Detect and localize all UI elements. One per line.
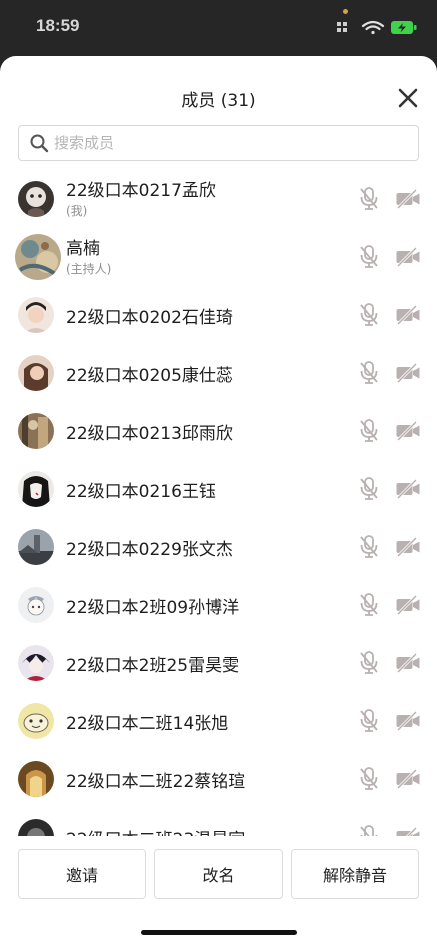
home-indicator[interactable] — [141, 930, 297, 935]
member-row[interactable]: 22级口本二班23温昊宇 — [0, 808, 437, 836]
member-name: 22级口本0202石佳琦 — [66, 308, 233, 328]
member-name: 22级口本0205康仕蕊 — [66, 366, 233, 386]
member-name: 22级口本0213邱雨欣 — [66, 424, 233, 444]
camera-off-icon[interactable] — [395, 652, 421, 674]
member-name: 22级口本二班22蔡铭瑄 — [66, 772, 246, 792]
member-row[interactable]: 22级口本2班25雷昊雯 — [0, 634, 437, 692]
member-row[interactable]: 22级口本0216王钰 — [0, 460, 437, 518]
members-sheet: 成员 (31) 22级口本0217孟欣 (我) — [0, 56, 437, 946]
mic-muted-icon[interactable] — [358, 534, 380, 560]
member-row[interactable]: 22级口本0217孟欣 (我) — [0, 170, 437, 228]
avatar — [18, 413, 54, 449]
camera-off-icon[interactable] — [395, 710, 421, 732]
wifi-icon — [361, 20, 385, 35]
unmute-all-button[interactable]: 解除静音 — [291, 849, 419, 899]
signal-icon — [337, 22, 347, 32]
camera-off-icon[interactable] — [395, 188, 421, 210]
member-name: 22级口本2班25雷昊雯 — [66, 656, 240, 676]
close-icon — [398, 88, 418, 108]
member-name: 22级口本二班23温昊宇 — [66, 825, 245, 836]
mic-muted-icon[interactable] — [358, 244, 380, 270]
member-row[interactable]: 22级口本2班09孙博洋 — [0, 576, 437, 634]
sheet-title: 成员 (31) — [181, 91, 256, 111]
member-role: (我) — [66, 204, 88, 218]
member-name: 22级口本2班09孙博洋 — [66, 598, 240, 618]
mic-muted-icon[interactable] — [358, 418, 380, 444]
search-input[interactable] — [54, 134, 394, 152]
member-name: 高楠 — [66, 239, 100, 259]
recording-dot-icon — [343, 9, 348, 14]
mic-muted-icon[interactable] — [358, 766, 380, 792]
avatar — [18, 297, 54, 333]
avatar — [18, 471, 54, 507]
camera-off-icon[interactable] — [395, 362, 421, 384]
mic-muted-icon[interactable] — [358, 476, 380, 502]
rename-button[interactable]: 改名 — [154, 849, 283, 899]
mic-muted-icon[interactable] — [358, 186, 380, 212]
mic-muted-icon[interactable] — [358, 650, 380, 676]
member-name: 22级口本0217孟欣 — [66, 181, 216, 201]
camera-off-icon[interactable] — [395, 594, 421, 616]
member-name: 22级口本二班14张旭 — [66, 714, 229, 734]
member-row[interactable]: 22级口本0213邱雨欣 — [0, 402, 437, 460]
camera-off-icon[interactable] — [395, 246, 421, 268]
status-time: 18:59 — [36, 16, 80, 35]
invite-button[interactable]: 邀请 — [18, 849, 146, 899]
avatar — [15, 234, 61, 280]
member-row[interactable]: 22级口本0202石佳琦 — [0, 286, 437, 344]
mic-muted-icon[interactable] — [358, 360, 380, 386]
camera-off-icon[interactable] — [395, 478, 421, 500]
member-row[interactable]: 22级口本二班22蔡铭瑄 — [0, 750, 437, 808]
camera-off-icon[interactable] — [395, 536, 421, 558]
member-row[interactable]: 22级口本二班14张旭 — [0, 692, 437, 750]
avatar — [18, 761, 54, 797]
member-row[interactable]: 22级口本0205康仕蕊 — [0, 344, 437, 402]
close-button[interactable] — [396, 86, 420, 110]
mic-muted-icon[interactable] — [358, 302, 380, 328]
camera-off-icon[interactable] — [395, 826, 421, 836]
camera-off-icon[interactable] — [395, 420, 421, 442]
mic-muted-icon[interactable] — [358, 824, 380, 836]
camera-off-icon[interactable] — [395, 304, 421, 326]
member-row[interactable]: 高楠 (主持人) — [0, 228, 437, 286]
member-name: 22级口本0216王钰 — [66, 482, 216, 502]
avatar — [18, 181, 54, 217]
status-icons — [337, 20, 417, 35]
avatar — [18, 819, 54, 836]
mic-muted-icon[interactable] — [358, 592, 380, 618]
member-role: (主持人) — [66, 262, 112, 276]
avatar — [18, 645, 54, 681]
avatar — [18, 587, 54, 623]
status-bar: 18:59 — [0, 0, 437, 56]
footer-bar: 邀请 改名 解除静音 — [0, 836, 437, 946]
member-row[interactable]: 22级口本0229张文杰 — [0, 518, 437, 576]
avatar — [18, 529, 54, 565]
search-icon — [30, 134, 49, 153]
avatar — [18, 703, 54, 739]
avatar — [18, 355, 54, 391]
camera-off-icon[interactable] — [395, 768, 421, 790]
search-field[interactable] — [18, 125, 419, 161]
battery-icon — [391, 21, 417, 34]
member-name: 22级口本0229张文杰 — [66, 540, 233, 560]
mic-muted-icon[interactable] — [358, 708, 380, 734]
member-list: 22级口本0217孟欣 (我) 高楠 (主持人) 22级口本0202石佳琦 22… — [0, 170, 437, 836]
